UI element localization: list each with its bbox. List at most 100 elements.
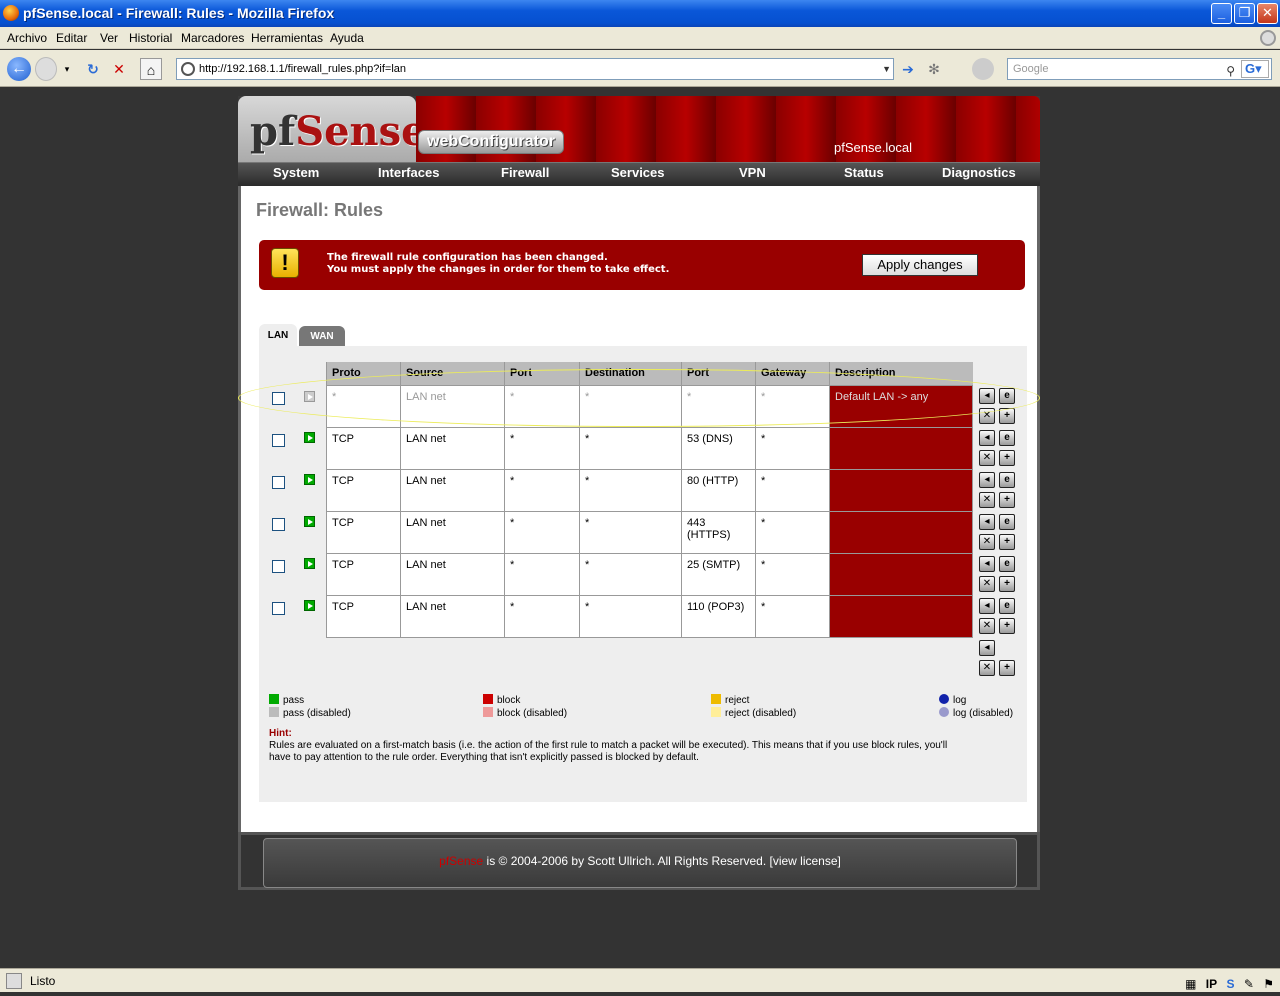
block-disabled-icon: [483, 707, 493, 717]
delete-rule-icon[interactable]: ✕: [979, 492, 995, 508]
cell-destination: *: [579, 552, 682, 596]
extension-icon[interactable]: [972, 58, 994, 80]
site-identity-icon[interactable]: [181, 62, 195, 76]
tab-lan[interactable]: LAN: [259, 324, 297, 348]
move-rule-icon[interactable]: ◂: [979, 430, 995, 446]
nav-diagnostics[interactable]: Diagnostics: [942, 165, 1016, 180]
delete-selected-icon[interactable]: ✕: [979, 660, 995, 676]
flag-icon[interactable]: ⚑: [1263, 972, 1274, 996]
menu-archivo[interactable]: Archivo: [7, 27, 47, 49]
table-row[interactable]: TCP LAN net * * 443 (HTTPS) *: [326, 510, 973, 554]
row-select-checkbox[interactable]: [272, 602, 285, 615]
add-rule-icon[interactable]: +: [999, 534, 1015, 550]
delete-rule-icon[interactable]: ✕: [979, 534, 995, 550]
edit-rule-icon[interactable]: e: [999, 514, 1015, 530]
pass-icon: [269, 694, 279, 704]
menu-historial[interactable]: Historial: [129, 27, 172, 49]
pass-icon[interactable]: [304, 558, 315, 569]
go-button[interactable]: ➔: [897, 58, 919, 80]
row-select-checkbox[interactable]: [272, 392, 285, 405]
search-icon[interactable]: ⚲: [1226, 61, 1235, 81]
nav-status[interactable]: Status: [844, 165, 884, 180]
add-rule-icon[interactable]: +: [999, 408, 1015, 424]
s-icon[interactable]: S: [1226, 972, 1234, 996]
back-button[interactable]: ←: [7, 57, 31, 81]
col-source: Source: [400, 362, 505, 385]
move-rule-icon[interactable]: ◂: [979, 598, 995, 614]
tab-wan[interactable]: WAN: [299, 326, 345, 348]
url-dropdown-icon[interactable]: ▼: [882, 59, 891, 79]
pass-icon[interactable]: [304, 474, 315, 485]
pass-disabled-icon[interactable]: [304, 391, 315, 402]
search-input[interactable]: Google ⚲ G▾: [1007, 58, 1272, 80]
table-row[interactable]: TCP LAN net * * 110 (POP3) *: [326, 594, 973, 638]
forward-button[interactable]: [35, 57, 57, 81]
ip-icon[interactable]: IP: [1206, 972, 1217, 996]
pass-icon[interactable]: [304, 432, 315, 443]
edit-rule-icon[interactable]: e: [999, 598, 1015, 614]
menu-ayuda[interactable]: Ayuda: [330, 27, 364, 49]
apply-changes-button[interactable]: Apply changes: [862, 254, 978, 276]
maximize-button[interactable]: ❐: [1234, 3, 1255, 24]
cell-proto: TCP: [326, 552, 401, 596]
add-rule-icon[interactable]: +: [999, 576, 1015, 592]
addon-icon[interactable]: ✻: [923, 58, 945, 80]
menu-herramientas[interactable]: Herramientas: [251, 27, 323, 49]
add-rule-icon[interactable]: +: [999, 450, 1015, 466]
cell-gateway: *: [755, 552, 830, 596]
edit-rule-icon[interactable]: e: [999, 556, 1015, 572]
close-button[interactable]: ✕: [1257, 3, 1278, 24]
footer-brand[interactable]: pfSense: [439, 854, 483, 868]
edit-rule-icon[interactable]: e: [999, 472, 1015, 488]
reload-button[interactable]: ↻: [82, 58, 104, 80]
delete-rule-icon[interactable]: ✕: [979, 450, 995, 466]
nav-services[interactable]: Services: [611, 165, 665, 180]
search-placeholder: Google: [1013, 63, 1049, 75]
config-changed-alert: ! The firewall rule configuration has be…: [259, 240, 1025, 290]
hint-text: Hint: Rules are evaluated on a first-mat…: [269, 728, 969, 764]
tool-icon[interactable]: ✎: [1244, 972, 1254, 996]
stop-button[interactable]: ✕: [108, 58, 130, 80]
status-icon: [6, 973, 22, 989]
add-rule-icon[interactable]: +: [999, 618, 1015, 634]
row-select-checkbox[interactable]: [272, 434, 285, 447]
add-new-rule-icon[interactable]: +: [999, 660, 1015, 676]
table-row[interactable]: TCP LAN net * * 25 (SMTP) *: [326, 552, 973, 596]
cell-description: [829, 552, 973, 596]
cell-description: [829, 426, 973, 470]
delete-rule-icon[interactable]: ✕: [979, 408, 995, 424]
row-select-checkbox[interactable]: [272, 476, 285, 489]
nav-system[interactable]: System: [273, 165, 319, 180]
url-bar[interactable]: http://192.168.1.1/firewall_rules.php?if…: [176, 58, 894, 80]
add-rule-icon[interactable]: +: [999, 492, 1015, 508]
move-rule-icon[interactable]: ◂: [979, 514, 995, 530]
move-rule-icon[interactable]: ◂: [979, 388, 995, 404]
history-dropdown-icon[interactable]: ▾: [61, 58, 73, 80]
menu-editar[interactable]: Editar: [56, 27, 87, 49]
edit-rule-icon[interactable]: e: [999, 430, 1015, 446]
delete-rule-icon[interactable]: ✕: [979, 618, 995, 634]
menu-ver[interactable]: Ver: [100, 27, 118, 49]
nav-vpn[interactable]: VPN: [739, 165, 766, 180]
row-select-checkbox[interactable]: [272, 560, 285, 573]
pass-icon[interactable]: [304, 600, 315, 611]
move-rule-icon[interactable]: ◂: [979, 556, 995, 572]
menu-marcadores[interactable]: Marcadores: [181, 27, 244, 49]
nav-interfaces[interactable]: Interfaces: [378, 165, 439, 180]
minimize-button[interactable]: _: [1211, 3, 1232, 24]
cell-proto: TCP: [326, 426, 401, 470]
search-engine-icon[interactable]: G▾: [1241, 60, 1269, 78]
move-rule-icon[interactable]: ◂: [979, 472, 995, 488]
delete-rule-icon[interactable]: ✕: [979, 576, 995, 592]
pass-icon[interactable]: [304, 516, 315, 527]
table-row[interactable]: * LAN net * * * * Default LAN -> any: [326, 384, 973, 428]
alert-message: The firewall rule configuration has been…: [327, 252, 670, 275]
home-button[interactable]: ⌂: [140, 58, 162, 80]
nav-firewall[interactable]: Firewall: [501, 165, 549, 180]
edit-rule-icon[interactable]: e: [999, 388, 1015, 404]
move-to-end-icon[interactable]: ◂: [979, 640, 995, 656]
table-row[interactable]: TCP LAN net * * 80 (HTTP) *: [326, 468, 973, 512]
row-select-checkbox[interactable]: [272, 518, 285, 531]
network-icon[interactable]: ▦: [1185, 972, 1196, 996]
table-row[interactable]: TCP LAN net * * 53 (DNS) *: [326, 426, 973, 470]
